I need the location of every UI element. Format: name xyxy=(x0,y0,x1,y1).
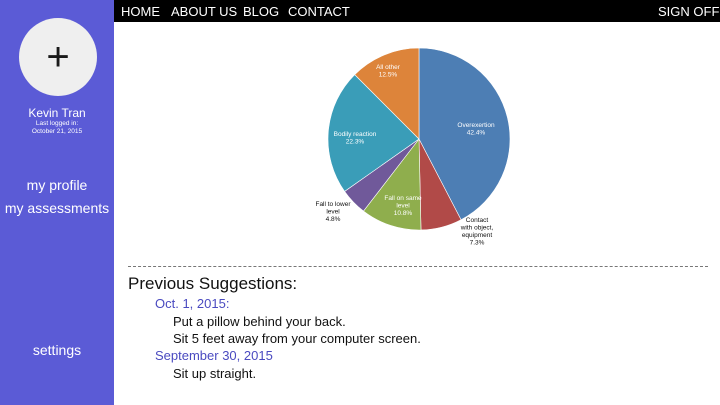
suggestion-item: Put a pillow behind your back. xyxy=(173,314,346,329)
nav-contact[interactable]: CONTACT xyxy=(288,4,350,19)
suggestion-item: Sit up straight. xyxy=(173,366,257,381)
sidebar: + Kevin Tran Last logged in: October 21,… xyxy=(0,0,114,405)
sign-off-button[interactable]: SIGN OFF xyxy=(658,4,719,19)
nav-home[interactable]: HOME xyxy=(121,4,160,19)
slice-label: Contact with object, equipment 7.3% xyxy=(460,217,494,247)
last-logged-date: October 21, 2015 xyxy=(31,128,83,135)
avatar-add-button[interactable]: + xyxy=(19,18,97,96)
my-profile-link[interactable]: my profile xyxy=(0,177,114,193)
suggestion-item: Sit 5 feet away from your computer scree… xyxy=(173,331,421,346)
last-logged-label: Last logged in: xyxy=(35,120,79,127)
nav-about-us[interactable]: ABOUT US xyxy=(171,4,237,19)
my-assessments-link[interactable]: my assessments xyxy=(0,200,114,216)
injury-pie-chart: Overexertion 42.4% Contact with object, equi… xyxy=(114,22,720,262)
top-nav-bar: HOME ABOUT US BLOG CONTACT SIGN OFF xyxy=(114,0,720,22)
suggestions-title: Previous Suggestions: xyxy=(128,274,298,293)
last-logged-info: Last logged in: October 21, 2015 xyxy=(0,120,114,136)
section-divider xyxy=(128,266,708,267)
plus-icon: + xyxy=(46,35,70,79)
settings-link[interactable]: settings xyxy=(0,342,114,358)
slice-label: Fall to lower level 4.8% xyxy=(315,201,351,223)
nav-blog[interactable]: BLOG xyxy=(243,4,279,19)
user-name: Kevin Tran xyxy=(28,106,86,120)
pie-chart-svg: Overexertion 42.4%Contact with object, equi… xyxy=(315,47,511,247)
suggestion-date: September 30, 2015 xyxy=(155,348,273,363)
slice-label: All other 12.5% xyxy=(376,64,401,79)
suggestion-date: Oct. 1, 2015: xyxy=(155,296,230,311)
